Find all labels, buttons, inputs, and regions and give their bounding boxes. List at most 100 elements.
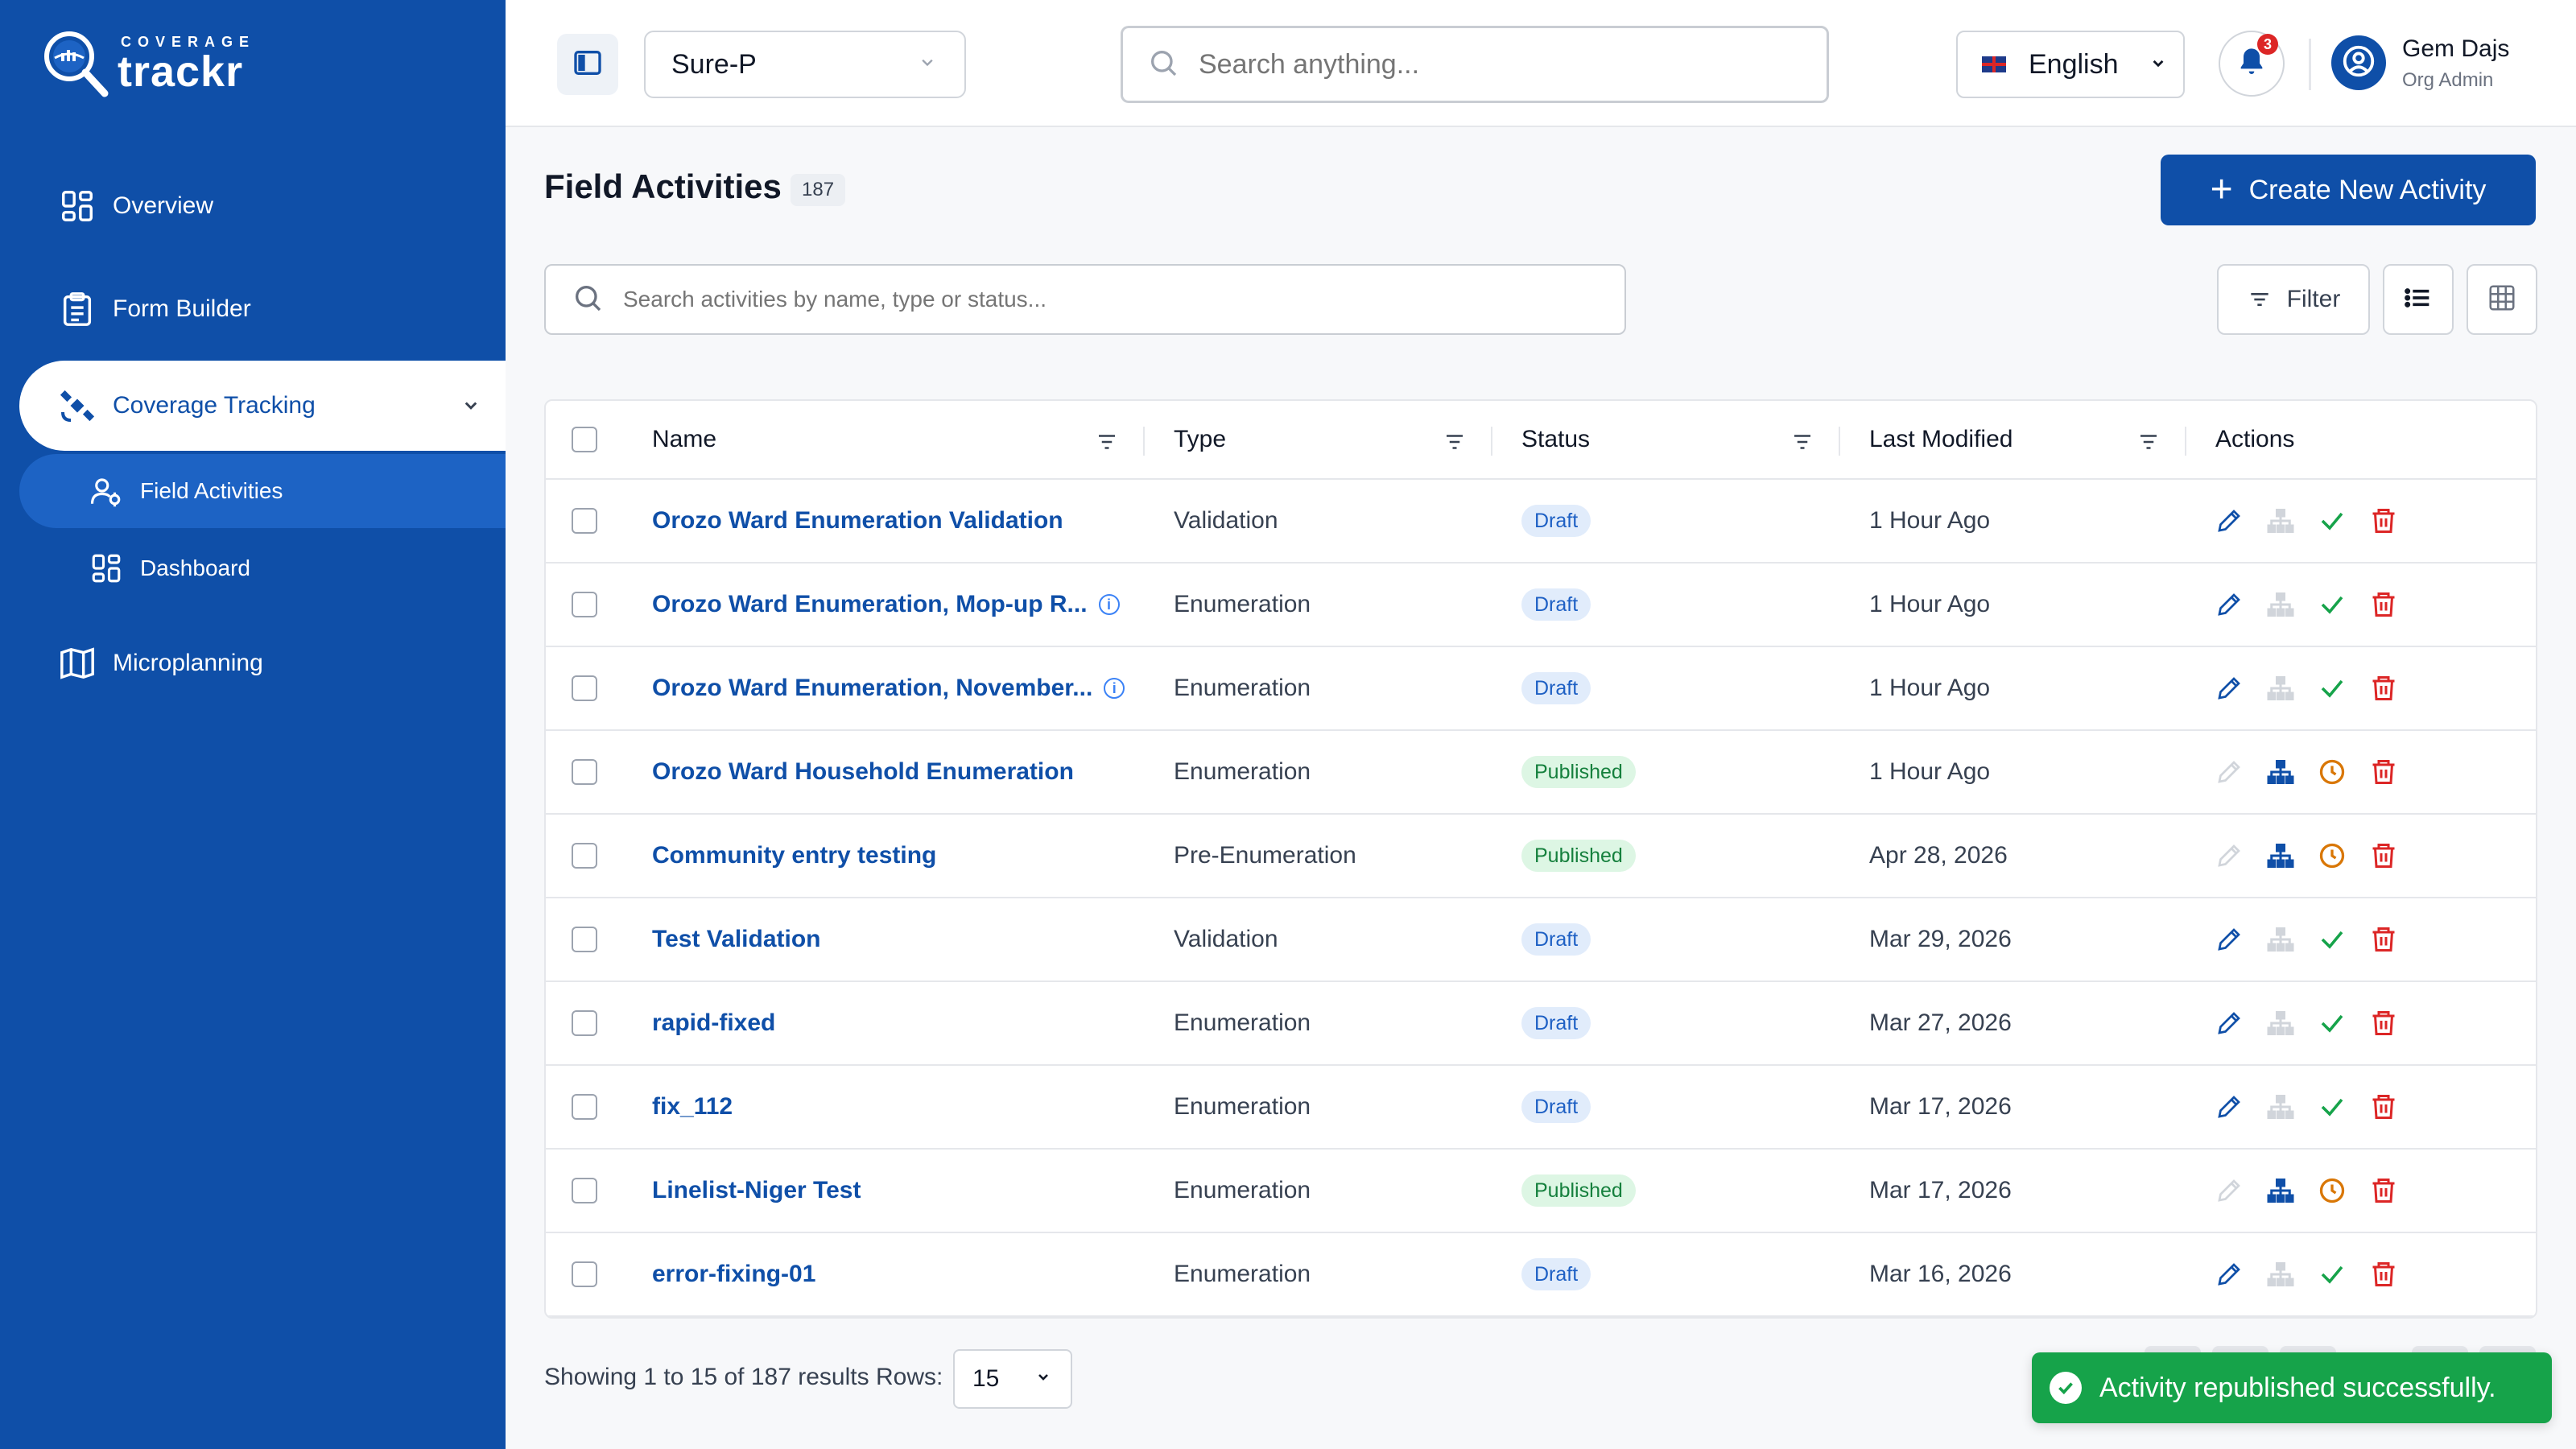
avatar[interactable] xyxy=(2331,35,2386,90)
table-row[interactable]: Orozo Ward Enumeration Validation Valida… xyxy=(546,480,2536,564)
trash-icon[interactable] xyxy=(2368,924,2399,955)
check-icon[interactable] xyxy=(2317,673,2347,704)
edit-pencil-icon[interactable] xyxy=(2214,924,2244,955)
organization-select[interactable]: Sure-P xyxy=(644,31,966,98)
table-row[interactable]: Orozo Ward Enumeration, Mop-up R... i En… xyxy=(546,564,2536,647)
trash-icon[interactable] xyxy=(2368,757,2399,787)
activity-name-link[interactable]: error-fixing-01 xyxy=(652,1261,815,1288)
language-select[interactable]: English xyxy=(1956,31,2185,98)
sidebar-item-microplanning[interactable]: Microplanning xyxy=(19,618,506,708)
hierarchy-icon[interactable] xyxy=(2265,1175,2296,1206)
sidebar-item-coverage-tracking[interactable]: Coverage Tracking xyxy=(19,361,506,451)
row-checkbox[interactable] xyxy=(572,843,597,869)
activity-search-input[interactable] xyxy=(623,287,1589,312)
row-checkbox[interactable] xyxy=(572,759,597,785)
row-checkbox[interactable] xyxy=(572,1010,597,1036)
check-icon[interactable] xyxy=(2317,1259,2347,1290)
sidebar-item-dashboard[interactable]: Dashboard xyxy=(19,531,506,605)
activity-name-link[interactable]: Orozo Ward Household Enumeration xyxy=(652,758,1074,786)
table-row[interactable]: Community entry testing Pre-Enumeration … xyxy=(546,815,2536,898)
organization-select-value: Sure-P xyxy=(671,48,757,80)
activity-name-link[interactable]: Orozo Ward Enumeration, November... xyxy=(652,675,1092,702)
rows-per-page-select[interactable]: 15 xyxy=(953,1349,1072,1409)
column-header-type[interactable]: Type xyxy=(1174,401,1226,478)
hierarchy-icon[interactable] xyxy=(2265,757,2296,787)
row-checkbox[interactable] xyxy=(572,1094,597,1120)
sort-icon[interactable] xyxy=(1095,430,1119,458)
check-icon[interactable] xyxy=(2317,506,2347,536)
trash-icon[interactable] xyxy=(2368,840,2399,871)
check-icon[interactable] xyxy=(2317,589,2347,620)
table-row[interactable]: Orozo Ward Household Enumeration Enumera… xyxy=(546,731,2536,815)
clock-icon[interactable] xyxy=(2317,757,2347,787)
edit-pencil-icon[interactable] xyxy=(2214,1259,2244,1290)
global-search-input[interactable] xyxy=(1199,48,1810,80)
check-icon[interactable] xyxy=(2317,1008,2347,1038)
sidebar-item-overview[interactable]: Overview xyxy=(19,161,506,251)
row-checkbox[interactable] xyxy=(572,675,597,701)
plus-icon: + xyxy=(2210,168,2233,211)
activity-name-link[interactable]: Orozo Ward Enumeration Validation xyxy=(652,507,1063,535)
trash-icon[interactable] xyxy=(2368,506,2399,536)
create-new-activity-button[interactable]: + Create New Activity xyxy=(2161,155,2536,225)
global-search[interactable] xyxy=(1121,26,1829,103)
table-row[interactable]: rapid-fixed Enumeration Draft Mar 27, 20… xyxy=(546,982,2536,1066)
status-cell: Draft xyxy=(1521,647,1591,729)
trash-icon[interactable] xyxy=(2368,1259,2399,1290)
column-header-name[interactable]: Name xyxy=(652,401,716,478)
row-checkbox[interactable] xyxy=(572,592,597,617)
edit-pencil-icon[interactable] xyxy=(2214,1092,2244,1122)
activity-name-link[interactable]: Community entry testing xyxy=(652,842,936,869)
info-icon[interactable]: i xyxy=(1104,678,1125,699)
notifications-button[interactable]: 3 xyxy=(2219,31,2285,97)
clock-icon[interactable] xyxy=(2317,1175,2347,1206)
table-row[interactable]: Orozo Ward Enumeration, November... i En… xyxy=(546,647,2536,731)
trash-icon[interactable] xyxy=(2368,1092,2399,1122)
activity-search[interactable] xyxy=(544,264,1626,335)
sidebar-item-form-builder[interactable]: Form Builder xyxy=(19,264,506,354)
activity-name-link[interactable]: rapid-fixed xyxy=(652,1009,775,1037)
activity-name-link[interactable]: Test Validation xyxy=(652,926,821,953)
check-icon[interactable] xyxy=(2317,924,2347,955)
grid-view-button[interactable] xyxy=(2467,264,2537,335)
sidebar-item-field-activities[interactable]: Field Activities xyxy=(19,454,506,528)
row-checkbox[interactable] xyxy=(572,508,597,534)
trash-icon[interactable] xyxy=(2368,1175,2399,1206)
trash-icon[interactable] xyxy=(2368,1008,2399,1038)
edit-pencil-icon[interactable] xyxy=(2214,1008,2244,1038)
sort-icon[interactable] xyxy=(2136,430,2161,458)
info-icon[interactable]: i xyxy=(1098,594,1120,615)
table-row[interactable]: Linelist-Niger Test Enumeration Publishe… xyxy=(546,1150,2536,1233)
success-toast[interactable]: Activity republished successfully. xyxy=(2032,1352,2552,1423)
row-checkbox[interactable] xyxy=(572,1178,597,1203)
activity-name-link[interactable]: Orozo Ward Enumeration, Mop-up R... xyxy=(652,591,1088,618)
select-all-checkbox[interactable] xyxy=(572,427,597,452)
activity-name-link[interactable]: fix_112 xyxy=(652,1093,733,1121)
clock-icon[interactable] xyxy=(2317,840,2347,871)
sort-icon[interactable] xyxy=(1443,430,1467,458)
table-row[interactable]: Test Validation Validation Draft Mar 29,… xyxy=(546,898,2536,982)
list-view-button[interactable] xyxy=(2383,264,2454,335)
edit-pencil-icon[interactable] xyxy=(2214,589,2244,620)
user-name[interactable]: Gem Dajs xyxy=(2402,35,2509,63)
trash-icon[interactable] xyxy=(2368,673,2399,704)
row-checkbox[interactable] xyxy=(572,927,597,952)
column-header-last-modified[interactable]: Last Modified xyxy=(1869,401,2013,478)
row-checkbox[interactable] xyxy=(572,1261,597,1287)
trash-icon[interactable] xyxy=(2368,589,2399,620)
activity-name-link[interactable]: Linelist-Niger Test xyxy=(652,1177,861,1204)
status-cell: Published xyxy=(1521,1150,1636,1232)
sidebar-toggle-button[interactable] xyxy=(557,34,618,95)
filter-button[interactable]: Filter xyxy=(2217,264,2370,335)
table-row[interactable]: fix_112 Enumeration Draft Mar 17, 2026 xyxy=(546,1066,2536,1150)
edit-pencil-icon[interactable] xyxy=(2214,673,2244,704)
sort-icon[interactable] xyxy=(1790,430,1814,458)
check-icon[interactable] xyxy=(2317,1092,2347,1122)
edit-pencil-icon[interactable] xyxy=(2214,506,2244,536)
hierarchy-icon[interactable] xyxy=(2265,840,2296,871)
check-circle-icon xyxy=(2050,1372,2082,1404)
column-header-status[interactable]: Status xyxy=(1521,401,1590,478)
brand-logo[interactable]: COVERAGE trackr xyxy=(40,27,282,100)
table-row[interactable]: error-fixing-01 Enumeration Draft Mar 16… xyxy=(546,1233,2536,1317)
hierarchy-icon xyxy=(2265,1259,2296,1290)
